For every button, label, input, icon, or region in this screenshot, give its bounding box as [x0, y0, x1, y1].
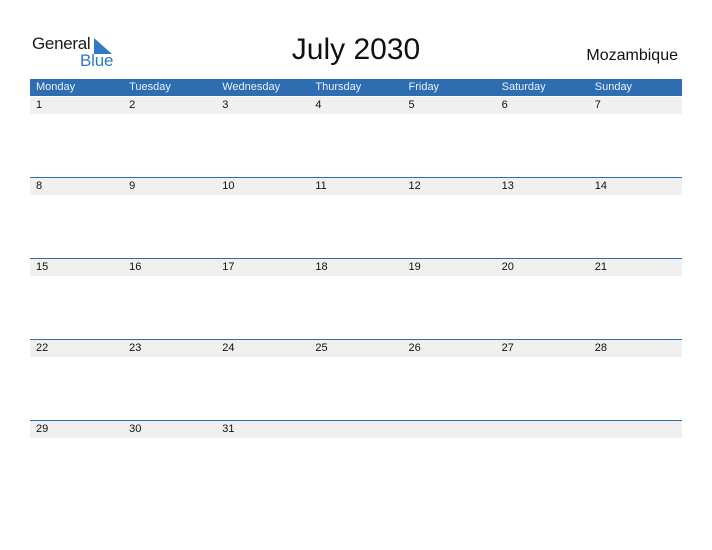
day-cell: 4: [315, 99, 322, 111]
day-cell: 7: [594, 99, 601, 111]
day-cell: 13: [501, 180, 514, 192]
day-cell: 3: [222, 99, 229, 111]
weekday-monday: Monday: [36, 81, 76, 93]
day-cell: [309, 421, 402, 438]
day-cell: 16: [129, 261, 142, 273]
week-row: 15 16 17 18 19 20 21: [30, 258, 682, 340]
week-row: 29 30 31: [30, 420, 682, 502]
day-cell: 2: [129, 99, 136, 111]
day-cell: [589, 421, 682, 438]
day-cell: 31: [222, 423, 235, 435]
day-cell: 29: [36, 423, 49, 435]
day-cell: 15: [36, 261, 49, 273]
week-row: 22 23 24 25 26 27 28: [30, 339, 682, 421]
week-row: 1 2 3 4 5 6 7: [30, 97, 682, 178]
day-cell: 5: [408, 99, 415, 111]
date-strip: 1 2 3 4 5 6 7: [30, 97, 682, 114]
day-cell: 28: [594, 342, 607, 354]
date-strip: 22 23 24 25 26 27 28: [30, 340, 682, 357]
day-cell: 12: [408, 180, 421, 192]
date-strip: 8 9 10 11 12 13 14: [30, 178, 682, 195]
day-cell: 17: [222, 261, 235, 273]
weekday-saturday: Saturday: [501, 81, 546, 93]
day-cell: 10: [222, 180, 235, 192]
day-cell: 24: [222, 342, 235, 354]
weekday-tuesday: Tuesday: [129, 81, 171, 93]
weekday-wednesday: Wednesday: [222, 81, 281, 93]
day-cell: 1: [36, 99, 43, 111]
date-strip: 15 16 17 18 19 20 21: [30, 259, 682, 276]
day-cell: 27: [501, 342, 514, 354]
day-cell: 23: [129, 342, 142, 354]
weekday-header: Monday Tuesday Wednesday Thursday Friday…: [30, 79, 682, 96]
day-cell: [403, 421, 496, 438]
day-cell: 20: [501, 261, 514, 273]
day-cell: 26: [408, 342, 421, 354]
day-cell: 14: [594, 180, 607, 192]
day-cell: 21: [594, 261, 607, 273]
day-cell: 11: [315, 180, 327, 192]
country-label: Mozambique: [586, 47, 678, 64]
day-cell: 9: [129, 180, 136, 192]
day-cell: 25: [315, 342, 328, 354]
day-cell: 30: [129, 423, 142, 435]
weekday-sunday: Sunday: [594, 81, 633, 93]
date-strip: 29 30 31: [30, 421, 682, 438]
day-cell: 6: [501, 99, 508, 111]
day-cell: 8: [36, 180, 43, 192]
day-cell: 19: [408, 261, 421, 273]
day-cell: 22: [36, 342, 49, 354]
day-cell: 18: [315, 261, 328, 273]
weekday-friday: Friday: [408, 81, 440, 93]
weekday-thursday: Thursday: [315, 81, 362, 93]
day-cell: [496, 421, 589, 438]
week-row: 8 9 10 11 12 13 14: [30, 177, 682, 259]
